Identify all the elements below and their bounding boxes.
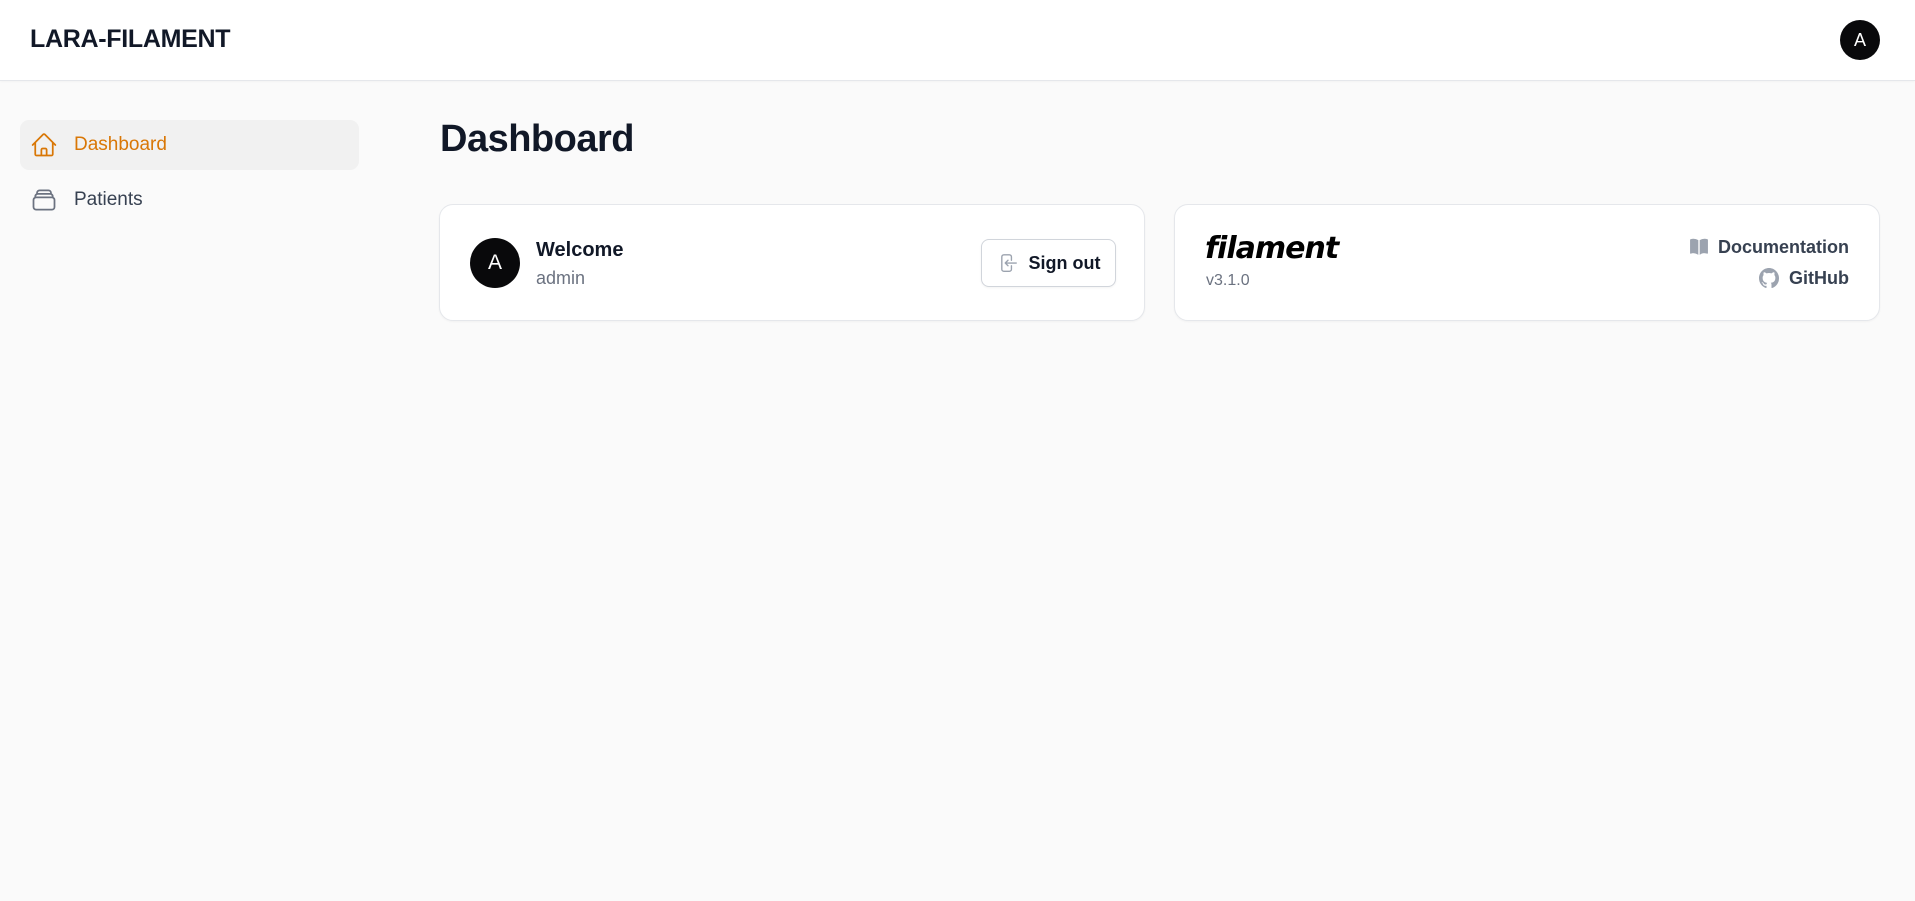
user-avatar[interactable]: A [1840, 20, 1880, 60]
github-link[interactable]: GitHub [1757, 266, 1849, 290]
version-label: v3.1.0 [1206, 272, 1250, 289]
sidebar-item-label: Patients [74, 189, 143, 210]
sidebar: Dashboard Patients [20, 120, 359, 230]
sign-out-label: Sign out [1028, 252, 1101, 273]
sign-out-icon [997, 252, 1019, 274]
github-icon [1757, 266, 1781, 290]
filament-info-card: filament v3.1.0 Documentation GitHub [1174, 204, 1880, 321]
page-title: Dashboard [440, 118, 634, 160]
home-icon [30, 131, 58, 159]
sign-out-button[interactable]: Sign out [981, 239, 1116, 287]
stack-icon [30, 186, 58, 214]
filament-logo: filament [1205, 231, 1339, 266]
github-label: GitHub [1789, 267, 1849, 288]
documentation-link[interactable]: Documentation [1688, 236, 1849, 258]
sidebar-item-patients[interactable]: Patients [20, 175, 359, 225]
welcome-username: admin [536, 268, 586, 288]
welcome-card: A Welcome admin Sign out [439, 204, 1145, 321]
book-icon [1688, 236, 1710, 258]
avatar: A [470, 238, 520, 288]
top-bar: LARA-FILAMENT A [0, 0, 1915, 81]
sidebar-item-label: Dashboard [74, 134, 167, 155]
app-brand[interactable]: LARA-FILAMENT [30, 25, 231, 54]
sidebar-item-dashboard[interactable]: Dashboard [20, 120, 359, 170]
welcome-title: Welcome [536, 239, 624, 261]
documentation-label: Documentation [1717, 236, 1849, 257]
